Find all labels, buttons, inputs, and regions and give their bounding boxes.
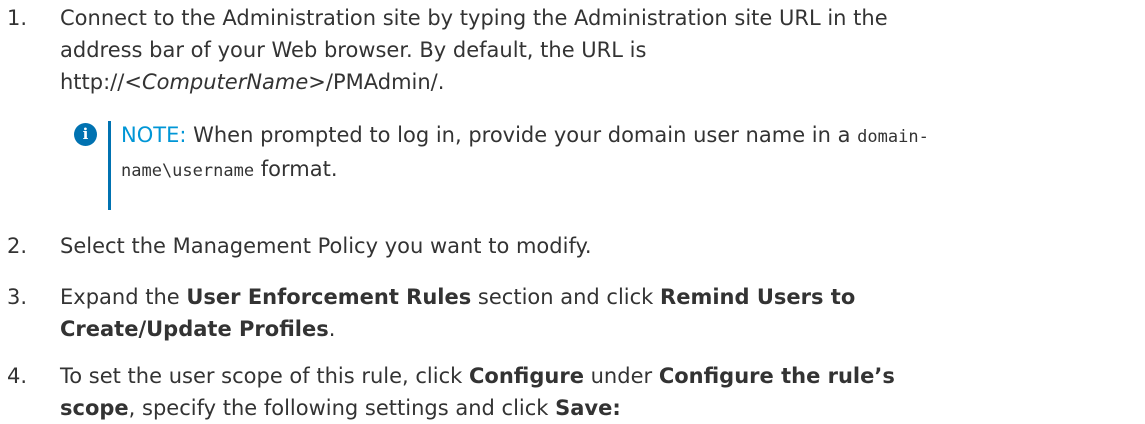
step-3-text-2: section and click <box>477 285 654 309</box>
note-text-2: format. <box>260 157 338 181</box>
url-prefix: http://< <box>60 70 142 94</box>
note-code-1: domain- <box>857 127 929 147</box>
step-1-number: 1. <box>7 6 28 30</box>
step-1-line-1: Connect to the Administration site by ty… <box>60 6 888 30</box>
step-4-text-3: , specify the following settings and cli… <box>128 396 549 420</box>
note-callout: i NOTE: When prompted to log in, provide… <box>74 119 1114 210</box>
step-3-bold-2b: Create/Update Profiles <box>60 317 329 341</box>
step-3-bold-1: User Enforcement Rules <box>186 285 472 309</box>
step-2-text: Select the Management Policy you want to… <box>60 230 1105 262</box>
info-icon: i <box>74 123 97 146</box>
step-1-line-2: address bar of your Web browser. By defa… <box>60 38 647 62</box>
step-4-line-2: scope, specify the following settings an… <box>60 392 1105 424</box>
note-line-1: NOTE: When prompted to log in, provide y… <box>121 119 1111 153</box>
step-4-text-2: under <box>590 364 653 388</box>
step-4-bold-2b: scope <box>60 396 129 420</box>
step-4-text-1: To set the user scope of this rule, clic… <box>60 364 463 388</box>
step-3-text-3: . <box>328 317 336 341</box>
step-4-text: To set the user scope of this rule, clic… <box>60 360 1105 424</box>
note-line-2: name\username format. <box>121 153 1111 187</box>
step-2-number: 2. <box>7 234 28 258</box>
step-1-text: Connect to the Administration site by ty… <box>60 2 1105 98</box>
step-1-url: http://<ComputerName>/PMAdmin/. <box>60 66 1105 98</box>
url-variable: ComputerName <box>141 70 309 94</box>
url-suffix: >/PMAdmin/. <box>308 70 445 94</box>
step-4-line-1: To set the user scope of this rule, clic… <box>60 360 1105 392</box>
step-3-line-1: Expand the User Enforcement Rules sectio… <box>60 281 1105 313</box>
step-4-bold-2a: Configure the rule’s <box>658 364 895 388</box>
note-code-2: name\username <box>121 161 255 181</box>
step-4-bold-1: Configure <box>469 364 584 388</box>
note-text-1: When prompted to log in, provide your do… <box>193 123 851 147</box>
step-3-text: Expand the User Enforcement Rules sectio… <box>60 281 1105 345</box>
step-4-number: 4. <box>7 364 28 388</box>
note-label: NOTE: <box>121 123 187 147</box>
note-divider <box>108 121 111 210</box>
step-4-bold-3: Save: <box>555 396 621 420</box>
instruction-document: 1. Connect to the Administration site by… <box>0 0 1145 424</box>
note-text: NOTE: When prompted to log in, provide y… <box>121 119 1111 187</box>
step-3-bold-2a: Remind Users to <box>660 285 856 309</box>
step-3-text-1: Expand the <box>60 285 180 309</box>
step-2-line-1: Select the Management Policy you want to… <box>60 234 592 258</box>
step-3-number: 3. <box>7 285 28 309</box>
step-3-line-2: Create/Update Profiles. <box>60 313 1105 345</box>
